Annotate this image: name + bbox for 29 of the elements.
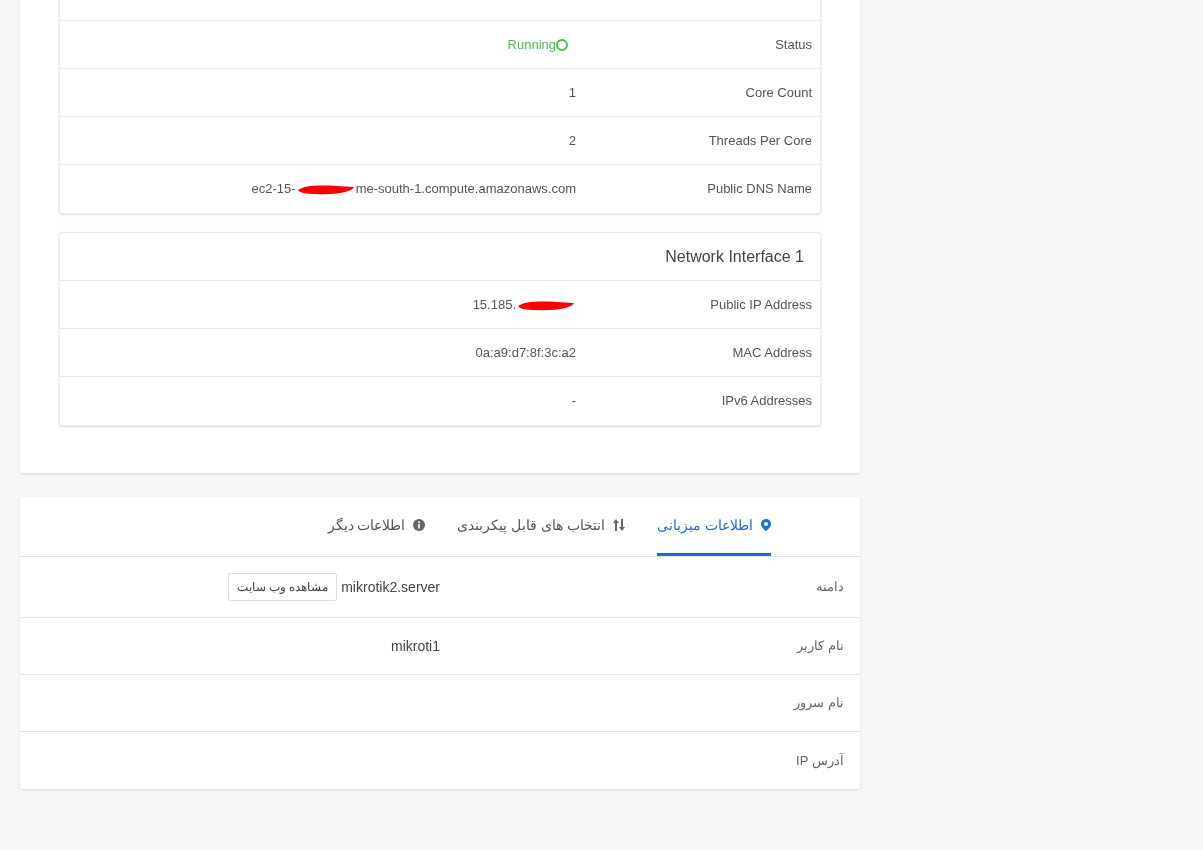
row-label: IPv6 Addresses [721, 393, 812, 409]
tab[interactable]: اطلاعات دیگر [327, 497, 426, 556]
table-cell-text: me-south-1.compute.amazonaws.com [355, 180, 576, 199]
table-cell-text: 1 [568, 83, 576, 102]
row-label: نام کاربر [797, 638, 844, 654]
table-cell-text: - [571, 392, 576, 411]
table-cell-text: 0a:a9:d7:8f:3c:a2 [475, 343, 576, 362]
table-cell-text: mikrotik2.server [341, 577, 440, 597]
table-cell-text: ec2-15- [251, 180, 296, 199]
row-label: Status [775, 36, 812, 52]
sort-arrows-icon [613, 519, 626, 531]
row-label: MAC Address [732, 344, 812, 360]
row-label: Public IP Address [710, 296, 812, 312]
tab[interactable]: اطلاعات میزبانی [657, 497, 771, 556]
table-cell-text: 2 [568, 131, 576, 150]
card-title: Network Interface 1 [665, 246, 804, 267]
row-label: Threads Per Core [708, 132, 812, 148]
row-label: نام سرور [794, 695, 844, 711]
map-pin-icon [761, 519, 771, 531]
tab[interactable]: انتخاب های قابل پیکربندی [457, 497, 626, 556]
info-icon [413, 519, 426, 531]
row-label: دامنه [816, 579, 844, 595]
view-website-button[interactable]: مشاهده وب سایت [227, 573, 338, 601]
row-label: Public DNS Name [707, 181, 812, 197]
row-label: Core Count [745, 84, 812, 100]
status-text: Running [507, 34, 576, 55]
row-label: آدرس IP [796, 752, 844, 768]
table-cell-text: mikroti1 [391, 636, 440, 656]
table-cell-text: 15.185. [472, 295, 516, 314]
